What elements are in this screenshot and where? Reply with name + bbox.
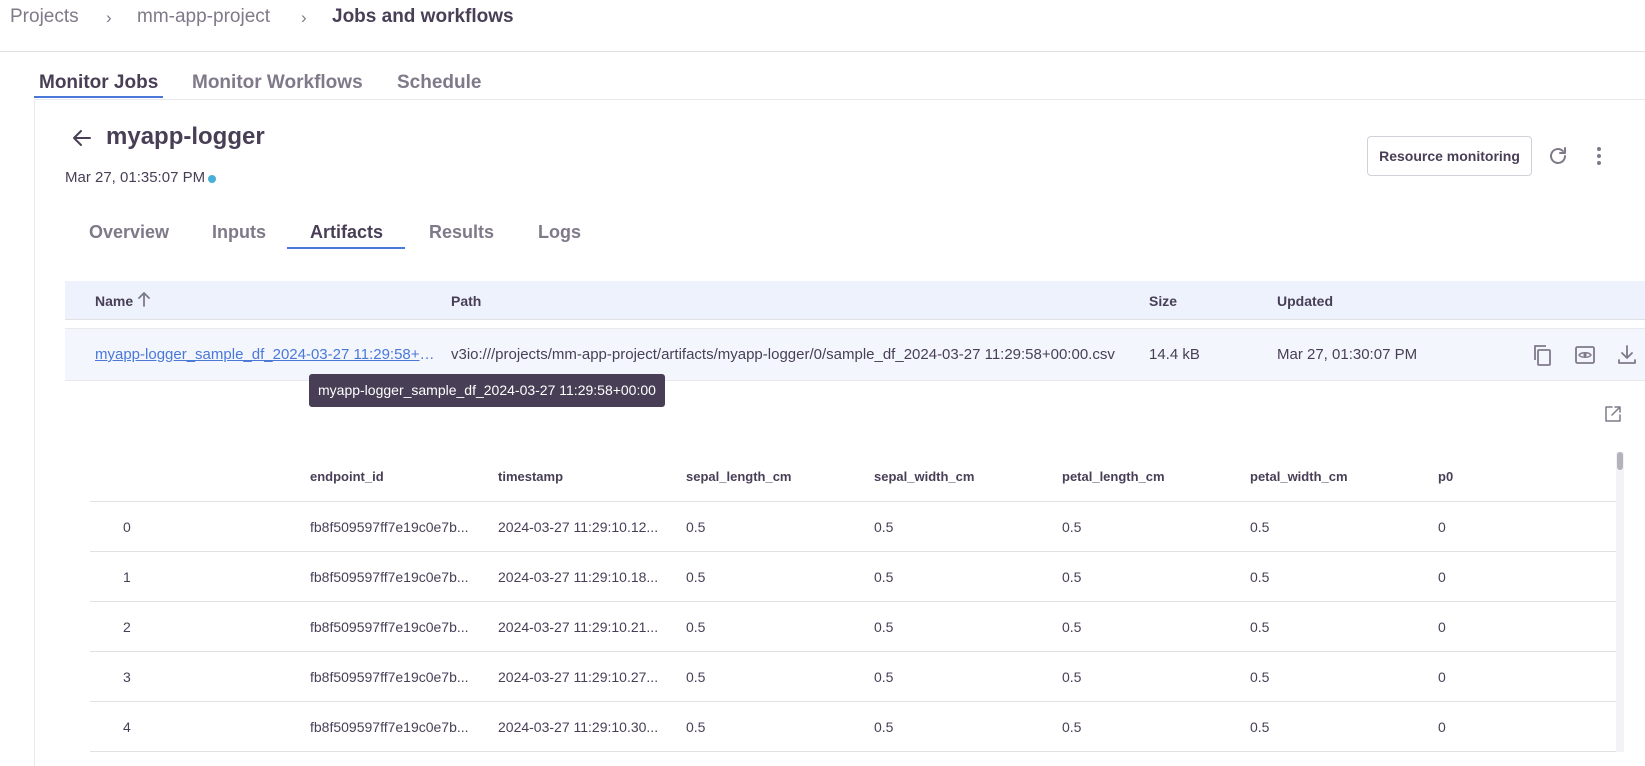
- cell-sepal-length-cm: 0.5: [686, 519, 706, 535]
- artifact-name-tooltip: myapp-logger_sample_df_2024-03-27 11:29:…: [309, 374, 665, 407]
- cell-sepal-width-cm: 0.5: [874, 519, 894, 535]
- preview-column-timestamp: timestamp: [498, 469, 564, 484]
- tab-monitor-jobs[interactable]: Monitor Jobs: [39, 72, 158, 94]
- tab-schedule[interactable]: Schedule: [397, 72, 481, 94]
- cell-petal-width-cm: 0.5: [1250, 719, 1270, 735]
- artifact-size: 14.4 kB: [1149, 346, 1200, 363]
- job-date: Mar 27, 01:35:07 PM: [65, 169, 206, 186]
- cell-petal-length-cm: 0.5: [1062, 719, 1082, 735]
- preview-scrollbar-track[interactable]: [1616, 452, 1624, 752]
- open-in-new-tab-icon[interactable]: [1603, 404, 1623, 424]
- download-icon[interactable]: [1615, 343, 1639, 367]
- cell-p0: 0: [1438, 669, 1446, 685]
- tab-results[interactable]: Results: [429, 222, 494, 243]
- preview-column-sepal-length: sepal_length_cm: [686, 469, 792, 484]
- cell-timestamp: 2024-03-27 11:29:10.27...: [498, 669, 659, 685]
- preview-icon[interactable]: [1573, 343, 1597, 367]
- breadcrumb-separator-icon: ›: [106, 8, 112, 27]
- breadcrumb: Projects › mm-app-project › Jobs and wor…: [0, 0, 1645, 52]
- cell-sepal-width-cm: 0.5: [874, 669, 894, 685]
- cell-p0: 0: [1438, 619, 1446, 635]
- job-title: myapp-logger: [106, 123, 265, 150]
- tab-overview[interactable]: Overview: [89, 222, 169, 243]
- cell-timestamp: 2024-03-27 11:29:10.21...: [498, 619, 659, 635]
- tab-inputs[interactable]: Inputs: [212, 222, 266, 243]
- cell-endpoint-id: fb8f509597ff7e19c0e7b...: [310, 619, 469, 635]
- cell-p0: 0: [1438, 519, 1446, 535]
- cell-row-index: 3: [123, 669, 131, 685]
- cell-sepal-length-cm: 0.5: [686, 569, 706, 585]
- preview-column-sepal-width: sepal_width_cm: [874, 469, 975, 484]
- cell-petal-length-cm: 0.5: [1062, 519, 1082, 535]
- breadcrumb-project[interactable]: mm-app-project: [137, 6, 270, 28]
- cell-sepal-length-cm: 0.5: [686, 719, 706, 735]
- main-tabs: Monitor Jobs Monitor Workflows Schedule: [34, 52, 1645, 100]
- cell-row-index: 1: [123, 569, 131, 585]
- cell-sepal-width-cm: 0.5: [874, 619, 894, 635]
- cell-timestamp: 2024-03-27 11:29:10.12...: [498, 519, 659, 535]
- artifacts-table-header: Name Path Size Updated: [65, 281, 1645, 320]
- cell-timestamp: 2024-03-27 11:29:10.30...: [498, 719, 659, 735]
- breadcrumb-projects[interactable]: Projects: [10, 6, 79, 28]
- cell-petal-width-cm: 0.5: [1250, 519, 1270, 535]
- table-row[interactable]: myapp-logger_sample_df_2024-03-27 11:29:…: [65, 328, 1645, 381]
- cell-petal-width-cm: 0.5: [1250, 569, 1270, 585]
- cell-sepal-length-cm: 0.5: [686, 619, 706, 635]
- column-path-header: Path: [451, 293, 482, 309]
- column-size-header: Size: [1149, 293, 1178, 309]
- cell-sepal-length-cm: 0.5: [686, 669, 706, 685]
- resource-monitoring-button[interactable]: Resource monitoring: [1367, 136, 1532, 176]
- cell-petal-length-cm: 0.5: [1062, 569, 1082, 585]
- cell-endpoint-id: fb8f509597ff7e19c0e7b...: [310, 669, 469, 685]
- cell-endpoint-id: fb8f509597ff7e19c0e7b...: [310, 519, 469, 535]
- tab-monitor-workflows[interactable]: Monitor Workflows: [192, 72, 363, 94]
- breadcrumb-separator-icon: ›: [301, 8, 307, 27]
- refresh-icon[interactable]: [1546, 144, 1570, 168]
- column-updated-header: Updated: [1277, 293, 1333, 309]
- cell-sepal-width-cm: 0.5: [874, 569, 894, 585]
- tab-artifacts[interactable]: Artifacts: [310, 222, 383, 243]
- status-indicator: [208, 175, 216, 183]
- breadcrumb-current: Jobs and workflows: [332, 6, 514, 27]
- artifact-preview-table: endpoint_id timestamp sepal_length_cm se…: [90, 452, 1617, 752]
- artifact-name-link[interactable]: myapp-logger_sample_df_2024-03-27 11:29:…: [95, 346, 435, 363]
- cell-row-index: 2: [123, 619, 131, 635]
- back-arrow-icon[interactable]: [70, 126, 94, 150]
- preview-column-petal-width: petal_width_cm: [1250, 469, 1348, 484]
- more-options-icon[interactable]: [1587, 144, 1611, 168]
- cell-petal-length-cm: 0.5: [1062, 669, 1082, 685]
- cell-row-index: 4: [123, 719, 131, 735]
- cell-petal-length-cm: 0.5: [1062, 619, 1082, 635]
- active-tab-indicator: [34, 96, 163, 98]
- cell-endpoint-id: fb8f509597ff7e19c0e7b...: [310, 719, 469, 735]
- cell-endpoint-id: fb8f509597ff7e19c0e7b...: [310, 569, 469, 585]
- sort-ascending-icon[interactable]: [136, 290, 152, 308]
- cell-petal-width-cm: 0.5: [1250, 619, 1270, 635]
- table-row: 3 fb8f509597ff7e19c0e7b... 2024-03-27 11:2…: [90, 652, 1617, 702]
- preview-column-p0: p0: [1438, 469, 1454, 484]
- preview-column-endpoint-id: endpoint_id: [310, 469, 384, 484]
- artifact-updated: Mar 27, 01:30:07 PM: [1277, 346, 1418, 363]
- tab-logs[interactable]: Logs: [538, 222, 581, 243]
- cell-timestamp: 2024-03-27 11:29:10.18...: [498, 569, 659, 585]
- cell-p0: 0: [1438, 719, 1446, 735]
- artifact-path: v3io:///projects/mm-app-project/artifact…: [451, 346, 1115, 363]
- table-row: 4 fb8f509597ff7e19c0e7b... 2024-03-27 11:2…: [90, 702, 1617, 752]
- table-row: 2 fb8f509597ff7e19c0e7b... 2024-03-27 11:2…: [90, 602, 1617, 652]
- cell-sepal-width-cm: 0.5: [874, 719, 894, 735]
- table-row: 0 fb8f509597ff7e19c0e7b... 2024-03-27 11:2…: [90, 502, 1617, 552]
- cell-row-index: 0: [123, 519, 131, 535]
- cell-petal-width-cm: 0.5: [1250, 669, 1270, 685]
- active-tab-indicator: [287, 247, 405, 249]
- copy-icon[interactable]: [1530, 343, 1554, 367]
- column-name-header[interactable]: Name: [95, 293, 133, 309]
- preview-column-petal-length: petal_length_cm: [1062, 469, 1165, 484]
- cell-p0: 0: [1438, 569, 1446, 585]
- preview-scrollbar-thumb[interactable]: [1617, 452, 1623, 470]
- preview-table-header: endpoint_id timestamp sepal_length_cm se…: [90, 452, 1617, 502]
- table-row: 1 fb8f509597ff7e19c0e7b... 2024-03-27 11:2…: [90, 552, 1617, 602]
